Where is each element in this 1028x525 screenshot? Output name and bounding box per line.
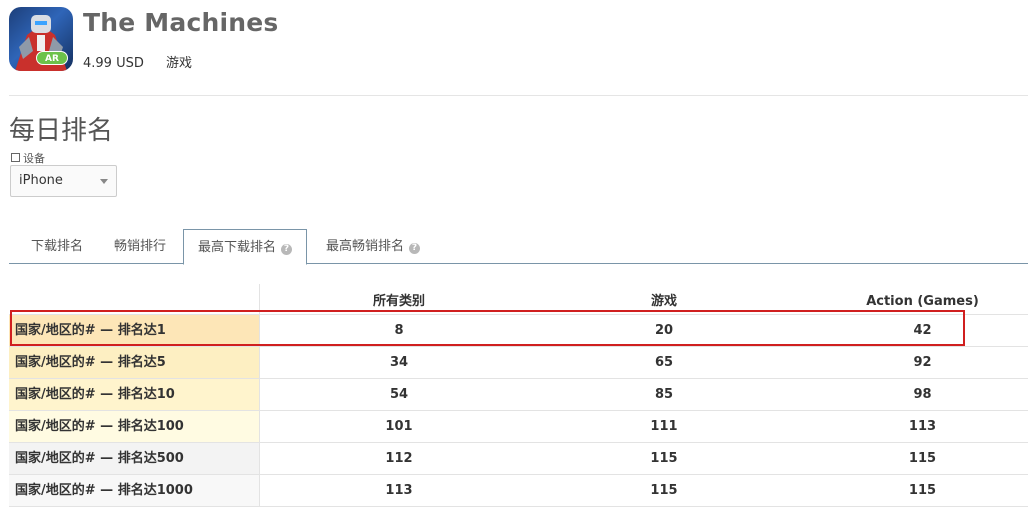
table-cell: 8	[394, 323, 404, 338]
table-cell: 42	[913, 323, 932, 338]
table-row: 国家/地区的# — 排名达1 8 20 42	[9, 315, 1028, 347]
table-cell: 115	[908, 483, 937, 498]
table-cell: 101	[385, 419, 413, 434]
ranking-tabs: 下载排名 畅销排行 最高下载排名? 最高畅销排名?	[9, 229, 1028, 265]
help-icon[interactable]: ?	[281, 244, 292, 255]
table-header-row: 所有类别 游戏 Action (Games)	[9, 284, 1028, 315]
app-icon: AR	[9, 7, 73, 71]
header-empty-cell	[9, 284, 260, 314]
table-row: 国家/地区的# — 排名达10 54 85 98	[9, 379, 1028, 411]
table-cell: 115	[650, 483, 678, 498]
table-cell: 65	[654, 355, 674, 370]
device-select[interactable]: iPhone	[10, 165, 117, 197]
tab-top-grossing[interactable]: 最高畅销排名?	[313, 229, 433, 264]
device-label: 设备	[11, 150, 45, 166]
table-cell: 115	[908, 451, 937, 466]
tab-label: 最高下载排名	[197, 240, 276, 255]
table-cell: 34	[389, 355, 409, 370]
table-cell: 113	[385, 483, 413, 498]
section-title: 每日排名	[9, 116, 114, 146]
table-cell: 111	[650, 419, 678, 434]
header-divider	[9, 95, 1028, 96]
device-checkbox-icon	[11, 153, 20, 162]
table-cell: 85	[654, 387, 674, 402]
row-label: 国家/地区的# — 排名达100	[9, 411, 260, 442]
app-price: 4.99 USD	[83, 56, 144, 71]
app-title: The Machines	[83, 8, 279, 37]
table-cell: 115	[650, 451, 678, 466]
app-meta: 4.99 USD 游戏	[83, 52, 192, 71]
table-cell: 92	[913, 355, 932, 370]
table-row: 国家/地区的# — 排名达100 101 111 113	[9, 411, 1028, 443]
tab-grossing[interactable]: 畅销排行	[104, 229, 176, 264]
device-label-text: 设备	[23, 152, 45, 165]
chevron-down-icon	[100, 179, 108, 184]
table-cell: 112	[385, 451, 413, 466]
ar-badge: AR	[36, 51, 68, 65]
app-category: 游戏	[166, 56, 193, 71]
tab-label: 下载排名	[30, 239, 83, 254]
table-cell: 113	[908, 419, 937, 434]
table-row: 国家/地区的# — 排名达500 112 115 115	[9, 443, 1028, 475]
row-label: 国家/地区的# — 排名达5	[9, 347, 260, 378]
row-label: 国家/地区的# — 排名达500	[9, 443, 260, 474]
table-cell: 20	[654, 323, 674, 338]
column-header-games: 游戏	[650, 294, 677, 309]
column-header-all: 所有类别	[372, 294, 425, 309]
row-label: 国家/地区的# — 排名达10	[9, 379, 260, 410]
row-label: 国家/地区的# — 排名达1	[9, 315, 260, 346]
tab-label: 畅销排行	[113, 239, 166, 254]
row-label: 国家/地区的# — 排名达1000	[9, 475, 260, 506]
table-row: 国家/地区的# — 排名达5 34 65 92	[9, 347, 1028, 379]
help-icon[interactable]: ?	[409, 243, 420, 254]
table-cell: 98	[913, 387, 932, 402]
tab-downloads[interactable]: 下载排名	[21, 229, 93, 264]
table-cell: 54	[389, 387, 409, 402]
table-row: 国家/地区的# — 排名达1000 113 115 115	[9, 475, 1028, 507]
tab-top-downloads[interactable]: 最高下载排名?	[183, 229, 307, 265]
device-select-value: iPhone	[19, 173, 63, 188]
tab-label: 最高畅销排名	[325, 239, 404, 254]
column-header-action: Action (Games)	[866, 294, 979, 309]
ranking-table: 所有类别 游戏 Action (Games) 国家/地区的# — 排名达1 8 20…	[9, 284, 1028, 507]
